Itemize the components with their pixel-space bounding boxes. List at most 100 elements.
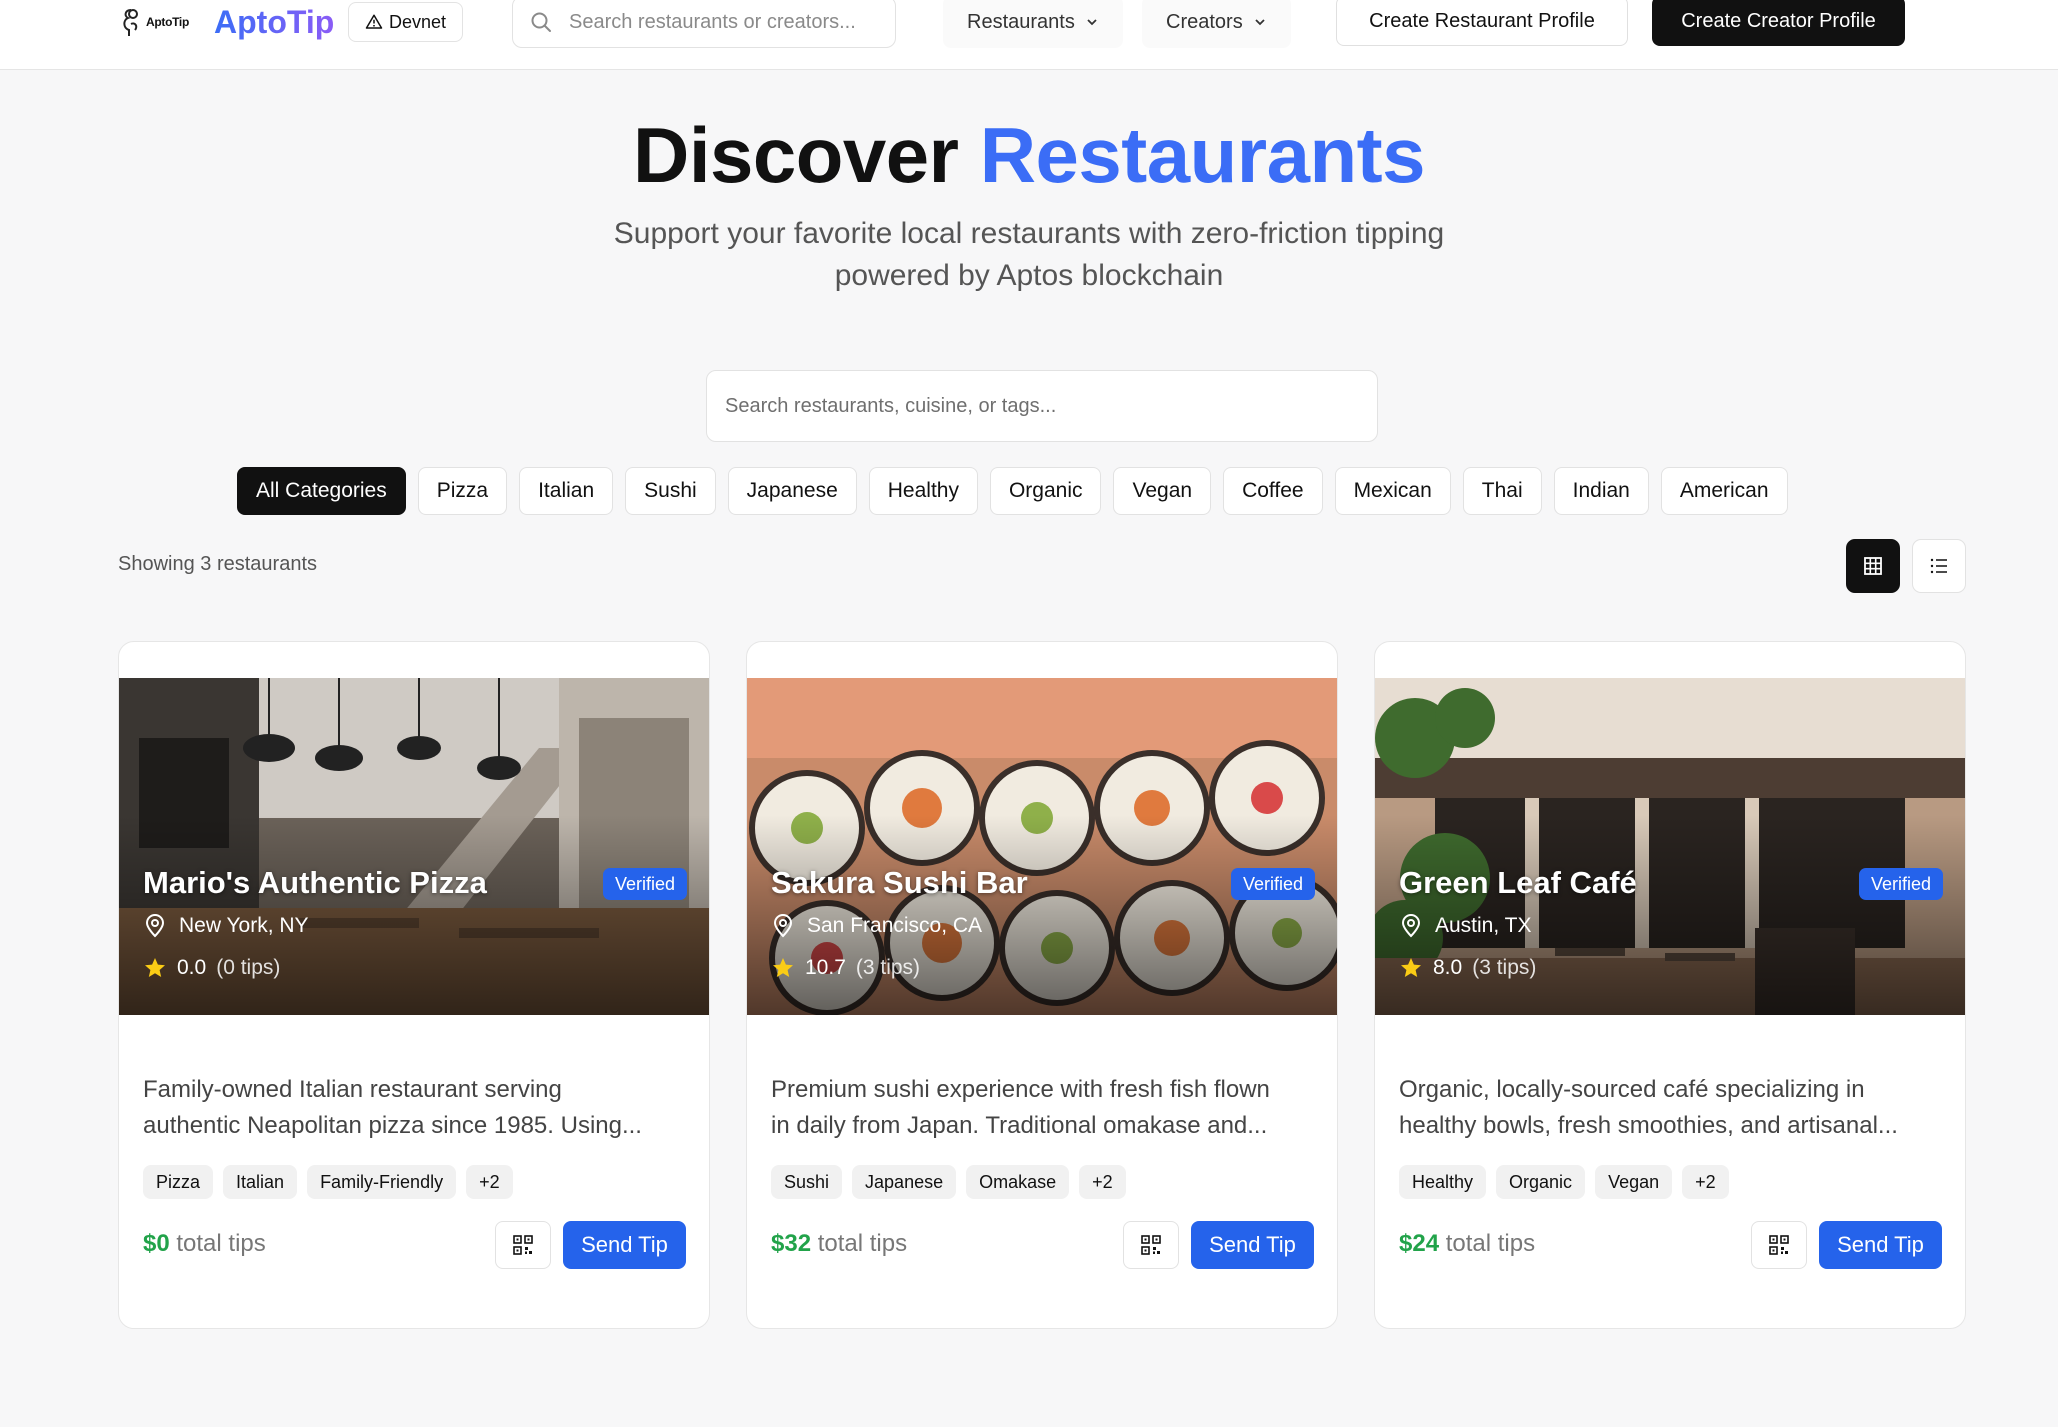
restaurant-search-input[interactable] bbox=[707, 371, 1377, 441]
tag-more: +2 bbox=[1079, 1165, 1126, 1199]
send-tip-button[interactable]: Send Tip bbox=[1191, 1221, 1314, 1269]
restaurant-image: Mario's Authentic Pizza Verified New Yor… bbox=[119, 678, 709, 1015]
tag: Italian bbox=[223, 1165, 298, 1199]
description-line-2: authentic Neapolitan pizza since 1985. U… bbox=[143, 1112, 642, 1139]
restaurant-image: Sakura Sushi Bar Verified San Francisco,… bbox=[747, 678, 1337, 1015]
list-view-icon bbox=[1930, 558, 1947, 574]
restaurant-location: Austin, TX bbox=[1399, 914, 1532, 938]
category-chip-japanese[interactable]: Japanese bbox=[727, 467, 857, 515]
network-badge[interactable]: Devnet bbox=[348, 2, 464, 42]
logo[interactable]: AptoTip bbox=[119, 0, 203, 44]
total-tips-label: total tips bbox=[176, 1230, 266, 1257]
title-main: Discover bbox=[632, 111, 959, 199]
description-line-2: in daily from Japan. Traditional omakase… bbox=[771, 1112, 1268, 1139]
page-title: Discover Restaurants bbox=[0, 110, 2058, 201]
category-chip-organic[interactable]: Organic bbox=[989, 467, 1102, 515]
grid-view-icon bbox=[1864, 557, 1882, 575]
title-accent: Restaurants bbox=[979, 111, 1426, 199]
restaurants-nav-label: Restaurants bbox=[967, 10, 1075, 33]
restaurant-description: Premium sushi experience with fresh fish… bbox=[771, 1072, 1315, 1144]
category-chip-italian[interactable]: Italian bbox=[519, 467, 614, 515]
restaurants-dropdown[interactable]: Restaurants bbox=[943, 0, 1123, 48]
restaurant-card[interactable]: Mario's Authentic Pizza Verified New Yor… bbox=[118, 641, 710, 1329]
restaurant-name: Mario's Authentic Pizza bbox=[143, 865, 487, 900]
search-icon bbox=[531, 12, 551, 32]
tag-more: +2 bbox=[466, 1165, 513, 1199]
category-chip-thai[interactable]: Thai bbox=[1462, 467, 1542, 515]
tag: Omakase bbox=[966, 1165, 1070, 1199]
star-icon bbox=[145, 958, 165, 977]
restaurant-rating: 10.7 (3 tips) bbox=[771, 956, 920, 980]
qr-code-icon bbox=[1141, 1235, 1161, 1255]
restaurant-rating: 0.0 (0 tips) bbox=[143, 956, 280, 980]
star-icon bbox=[1401, 958, 1421, 977]
location-pin-icon bbox=[145, 914, 165, 938]
verified-badge: Verified bbox=[1230, 868, 1315, 900]
category-chip-pizza[interactable]: Pizza bbox=[417, 467, 508, 515]
restaurant-name: Sakura Sushi Bar bbox=[771, 865, 1028, 900]
tag: Vegan bbox=[1595, 1165, 1673, 1199]
rating-value: 8.0 bbox=[1433, 956, 1463, 979]
send-tip-button[interactable]: Send Tip bbox=[563, 1221, 686, 1269]
location-text: San Francisco, CA bbox=[807, 914, 983, 937]
restaurant-tags: Healthy Organic Vegan +2 bbox=[1399, 1165, 1729, 1199]
header-search-input[interactable] bbox=[569, 10, 879, 34]
results-count: Showing 3 restaurants bbox=[118, 553, 318, 575]
restaurant-tags: Sushi Japanese Omakase +2 bbox=[771, 1165, 1126, 1199]
tips-count: (3 tips) bbox=[1472, 956, 1537, 979]
qr-code-button[interactable] bbox=[495, 1221, 551, 1269]
verified-badge: Verified bbox=[602, 868, 687, 900]
network-label: Devnet bbox=[389, 11, 447, 32]
logo-icon bbox=[123, 9, 138, 36]
category-chip-healthy[interactable]: Healthy bbox=[868, 467, 978, 515]
rating-value: 0.0 bbox=[177, 956, 207, 979]
location-text: New York, NY bbox=[179, 914, 309, 937]
warning-triangle-icon bbox=[365, 14, 383, 29]
total-tips-label: total tips bbox=[817, 1230, 908, 1257]
restaurant-card[interactable]: Green Leaf Café Verified Austin, TX 8.0 … bbox=[1374, 641, 1966, 1329]
restaurant-image: Green Leaf Café Verified Austin, TX 8.0 … bbox=[1375, 678, 1965, 1015]
category-chip-indian[interactable]: Indian bbox=[1553, 467, 1649, 515]
category-chip-sushi[interactable]: Sushi bbox=[625, 467, 716, 515]
category-chip-vegan[interactable]: Vegan bbox=[1113, 467, 1212, 515]
subtitle-line-1: Support your favorite local restaurants … bbox=[613, 217, 1445, 250]
tips-count: (3 tips) bbox=[855, 956, 921, 979]
qr-code-icon bbox=[513, 1235, 533, 1255]
rating-value: 10.7 bbox=[805, 956, 846, 979]
restaurant-card[interactable]: Sakura Sushi Bar Verified San Francisco,… bbox=[746, 641, 1338, 1329]
total-tips-label: total tips bbox=[1445, 1230, 1536, 1257]
brand-name[interactable]: AptoTip bbox=[214, 4, 334, 41]
subtitle-line-2: powered by Aptos blockchain bbox=[834, 259, 1224, 292]
category-chip-american[interactable]: American bbox=[1660, 467, 1788, 515]
restaurant-name: Green Leaf Café bbox=[1399, 865, 1637, 900]
restaurant-description: Family-owned Italian restaurant serving … bbox=[143, 1072, 687, 1144]
create-restaurant-profile-button[interactable]: Create Restaurant Profile bbox=[1336, 0, 1628, 46]
tips-count: (0 tips) bbox=[216, 956, 281, 979]
restaurant-location: San Francisco, CA bbox=[771, 914, 982, 938]
description-line-1: Family-owned Italian restaurant serving bbox=[143, 1076, 562, 1103]
location-pin-icon bbox=[773, 914, 793, 938]
restaurant-search bbox=[706, 370, 1378, 442]
send-tip-button[interactable]: Send Tip bbox=[1819, 1221, 1942, 1269]
tag: Healthy bbox=[1399, 1165, 1487, 1199]
location-text: Austin, TX bbox=[1435, 914, 1532, 937]
tag: Japanese bbox=[852, 1165, 957, 1199]
restaurant-tags: Pizza Italian Family-Friendly +2 bbox=[143, 1165, 513, 1199]
star-icon bbox=[773, 958, 793, 977]
category-chip-mexican[interactable]: Mexican bbox=[1334, 467, 1451, 515]
qr-code-button[interactable] bbox=[1751, 1221, 1807, 1269]
create-creator-profile-button[interactable]: Create Creator Profile bbox=[1652, 0, 1905, 46]
location-pin-icon bbox=[1401, 914, 1421, 938]
header-search bbox=[512, 0, 896, 48]
list-view-button[interactable] bbox=[1912, 539, 1966, 593]
qr-code-button[interactable] bbox=[1123, 1221, 1179, 1269]
creators-dropdown[interactable]: Creators bbox=[1142, 0, 1291, 48]
category-filters: All Categories Pizza Italian Sushi Japan… bbox=[237, 467, 1788, 515]
restaurant-location: New York, NY bbox=[143, 914, 309, 938]
grid-view-button[interactable] bbox=[1846, 539, 1900, 593]
total-tips: $24 total tips bbox=[1399, 1230, 1535, 1258]
restaurant-rating: 8.0 (3 tips) bbox=[1399, 956, 1536, 980]
page-subtitle: Support your favorite local restaurants … bbox=[579, 213, 1479, 297]
category-chip-all[interactable]: All Categories bbox=[237, 467, 406, 515]
category-chip-coffee[interactable]: Coffee bbox=[1223, 467, 1323, 515]
